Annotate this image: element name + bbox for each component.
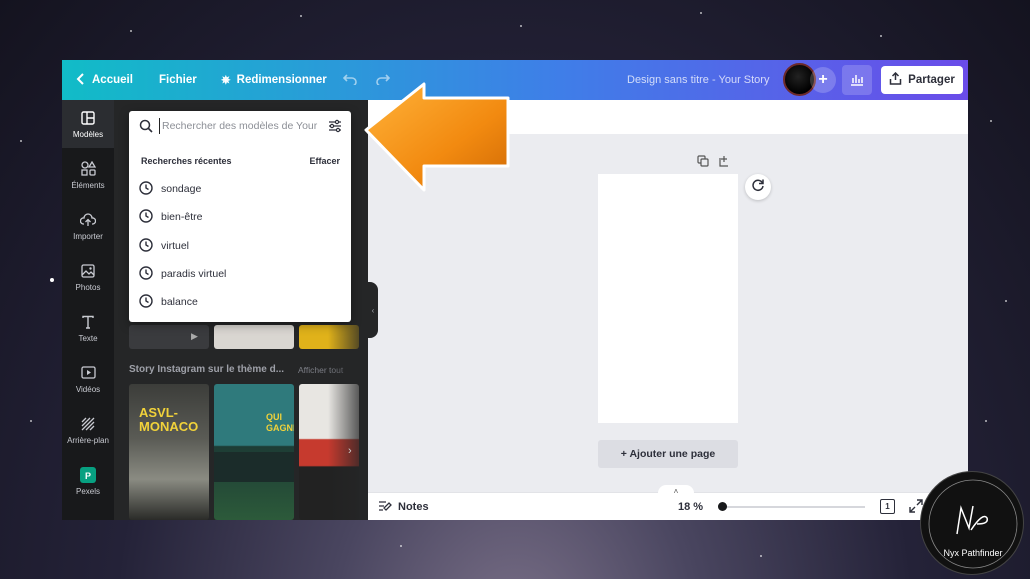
svg-text:P: P (85, 471, 91, 481)
plus-icon: + (818, 71, 828, 88)
section-title: Story Instagram sur le thème d... (129, 364, 285, 375)
rail-item-templates[interactable]: Modèles (62, 100, 114, 148)
recent-search-item[interactable]: bien-être (139, 206, 339, 228)
page-tools (697, 154, 731, 172)
photos-icon (80, 263, 96, 279)
rail-item-pexels[interactable]: P Pexels (62, 457, 114, 505)
clock-icon (139, 293, 153, 311)
search-icon (139, 119, 153, 138)
refresh-icon (751, 178, 765, 197)
add-page-icon[interactable] (719, 154, 731, 172)
text-icon (80, 314, 96, 330)
left-rail: Modèles Éléments Importer Photos Texte V… (62, 100, 114, 520)
notes-icon (378, 500, 392, 515)
recent-search-item[interactable]: virtuel (139, 235, 339, 257)
templates-icon (80, 110, 96, 126)
share-icon (889, 71, 902, 88)
undo-icon (342, 73, 357, 88)
zoom-slider[interactable] (720, 506, 865, 508)
clock-icon (139, 208, 153, 226)
file-menu-button[interactable]: Fichier (159, 60, 197, 100)
clear-recent-button[interactable]: Effacer (309, 156, 340, 166)
watermark-logo: Nyx Pathfinder (920, 471, 1024, 575)
search-bar (129, 111, 351, 141)
elements-icon (80, 161, 96, 177)
bottom-bar: Notes ˄ 18 % 1 (368, 485, 968, 520)
duplicate-page-icon[interactable] (697, 154, 709, 172)
template-thumbnail[interactable]: QUI GAGNE ? (214, 384, 294, 520)
rail-item-text[interactable]: Texte (62, 304, 114, 352)
home-button[interactable]: Accueil (76, 60, 133, 100)
sparkle-icon: ✵ (221, 75, 231, 87)
rail-item-upload[interactable]: Importer (62, 202, 114, 250)
notes-button[interactable]: Notes (378, 493, 429, 520)
upload-icon (80, 212, 96, 228)
rail-item-photos[interactable]: Photos (62, 253, 114, 301)
home-label: Accueil (92, 74, 133, 86)
recent-search-item[interactable]: paradis virtuel (139, 263, 339, 285)
orange-arrow-pointer (364, 82, 510, 192)
pexels-icon: P (80, 466, 96, 483)
search-input[interactable] (159, 118, 319, 134)
design-title[interactable]: Design sans titre - Your Story (627, 60, 769, 100)
add-collaborator-button[interactable]: + (810, 67, 836, 93)
template-thumbnail-text: QUI GAGNE ? (266, 412, 294, 433)
recent-search-item[interactable]: balance (139, 291, 339, 313)
template-thumbnail[interactable]: ▶ (129, 325, 209, 349)
template-thumbnail-text: ASVL- MONACO (139, 405, 199, 434)
template-thumbnail[interactable] (214, 325, 294, 349)
filter-icon[interactable] (328, 119, 342, 138)
search-dropdown: Recherches récentes Effacer sondage bien… (129, 111, 351, 322)
play-icon: ▶ (191, 331, 198, 341)
page-count-button[interactable]: 1 (880, 499, 895, 514)
rail-item-background[interactable]: Arrière-plan (62, 406, 114, 454)
insights-button[interactable] (842, 65, 872, 95)
clock-icon (139, 265, 153, 283)
watermark-name: Nyx Pathfinder (943, 548, 1003, 558)
recent-search-item[interactable]: sondage (139, 178, 339, 200)
magic-refresh-button[interactable] (745, 174, 771, 200)
video-icon (80, 365, 96, 381)
recent-searches-title: Recherches récentes (141, 156, 232, 166)
zoom-slider-handle[interactable] (718, 502, 727, 511)
bar-chart-icon (850, 72, 864, 89)
chevron-right-icon[interactable]: › (348, 445, 352, 457)
rail-item-elements[interactable]: Éléments (62, 151, 114, 199)
resize-button[interactable]: ✵ Redimensionner (221, 60, 327, 100)
design-canvas[interactable] (598, 174, 738, 423)
undo-button[interactable] (342, 60, 357, 100)
template-thumbnail[interactable]: ASVL- MONACO (129, 384, 209, 520)
background-icon (80, 416, 96, 432)
top-bar: Accueil Fichier ✵ Redimensionner Design … (62, 60, 968, 100)
zoom-level[interactable]: 18 % (678, 493, 703, 520)
share-button[interactable]: Partager (881, 66, 963, 94)
canva-editor-window: Accueil Fichier ✵ Redimensionner Design … (62, 60, 968, 520)
chevron-left-icon (76, 72, 86, 88)
rail-item-videos[interactable]: Vidéos (62, 355, 114, 403)
clock-icon (139, 180, 153, 198)
chevron-left-icon: ‹ (371, 305, 375, 315)
add-page-button[interactable]: + Ajouter une page (598, 440, 738, 468)
collapse-panel-handle[interactable]: ‹ (368, 282, 378, 338)
clock-icon (139, 237, 153, 255)
